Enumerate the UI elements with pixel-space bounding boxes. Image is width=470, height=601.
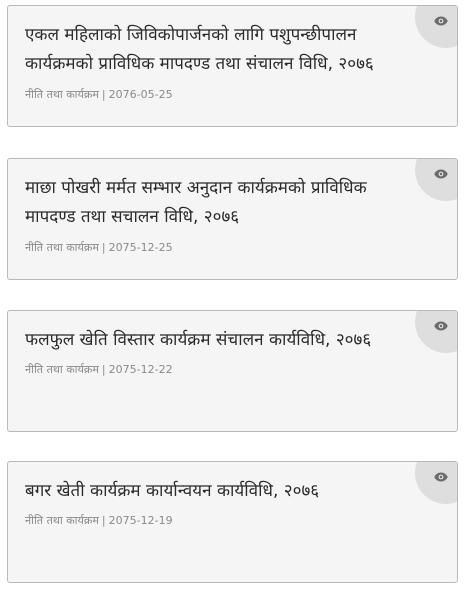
meta-separator: | xyxy=(101,241,106,254)
document-meta: नीति तथा कार्यक्रम | 2075-12-19 xyxy=(25,513,173,528)
document-category: नीति तथा कार्यक्रम xyxy=(25,363,99,376)
document-card[interactable]: फलफुल खेति विस्तार कार्यक्रम संचालन कार्… xyxy=(7,310,458,432)
eye-icon[interactable] xyxy=(433,471,449,483)
document-date: 2075-12-25 xyxy=(108,241,173,254)
document-title[interactable]: एकल महिलाको जिविकोपार्जनको लागि पशुपन्छी… xyxy=(25,21,421,79)
document-meta: नीति तथा कार्यक्रम | 2076-05-25 xyxy=(25,87,173,102)
eye-icon[interactable] xyxy=(433,168,449,180)
document-title[interactable]: बगर खेती कार्यक्रम कार्यान्वयन कार्यविधि… xyxy=(25,477,421,506)
eye-icon[interactable] xyxy=(433,320,449,332)
meta-separator: | xyxy=(101,363,106,376)
document-list: एकल महिलाको जिविकोपार्जनको लागि पशुपन्छी… xyxy=(0,0,470,601)
document-card[interactable]: माछा पोखरी मर्मत सम्भार अनुदान कार्यक्रम… xyxy=(7,158,458,280)
document-meta: नीति तथा कार्यक्रम | 2075-12-25 xyxy=(25,240,173,255)
eye-icon[interactable] xyxy=(433,15,449,27)
document-card[interactable]: बगर खेती कार्यक्रम कार्यान्वयन कार्यविधि… xyxy=(7,461,458,583)
document-category: नीति तथा कार्यक्रम xyxy=(25,241,99,254)
document-category: नीति तथा कार्यक्रम xyxy=(25,514,99,527)
document-title[interactable]: फलफुल खेति विस्तार कार्यक्रम संचालन कार्… xyxy=(25,326,421,355)
document-date: 2076-05-25 xyxy=(108,88,173,101)
document-category: नीति तथा कार्यक्रम xyxy=(25,88,99,101)
document-meta: नीति तथा कार्यक्रम | 2075-12-22 xyxy=(25,362,173,377)
document-date: 2075-12-19 xyxy=(108,514,173,527)
meta-separator: | xyxy=(101,88,106,101)
document-date: 2075-12-22 xyxy=(108,363,173,376)
document-card[interactable]: एकल महिलाको जिविकोपार्जनको लागि पशुपन्छी… xyxy=(7,5,458,127)
meta-separator: | xyxy=(101,514,106,527)
document-title[interactable]: माछा पोखरी मर्मत सम्भार अनुदान कार्यक्रम… xyxy=(25,174,421,232)
